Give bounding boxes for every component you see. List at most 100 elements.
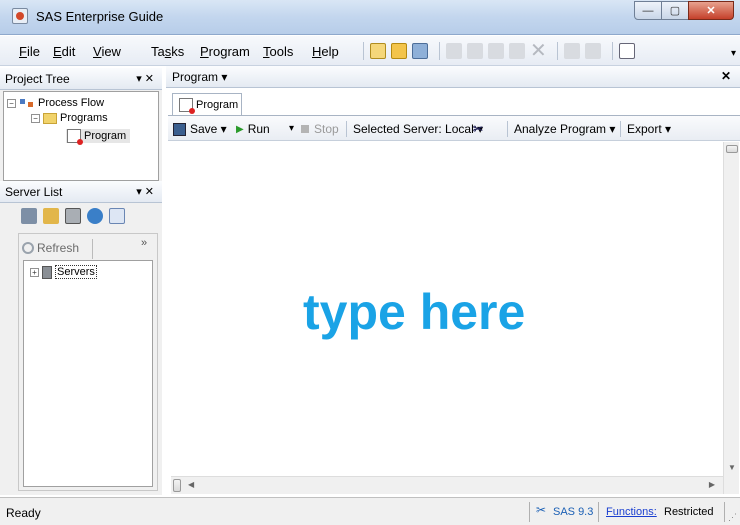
server-connection-icon: ✂ [536, 503, 547, 517]
document-title[interactable]: Program ▾ [172, 70, 227, 84]
main-toolbar: ✕ [357, 41, 640, 61]
toolbar-separator [507, 121, 508, 137]
disconnect-icon[interactable] [21, 208, 37, 224]
cut-icon[interactable] [467, 43, 483, 59]
analyze-program-dropdown[interactable]: Analyze Program ▾ [514, 122, 615, 136]
server-list-controls[interactable]: ▾ ✕ [136, 185, 154, 198]
minimize-button[interactable]: — [634, 1, 662, 20]
tree-node-servers[interactable]: + Servers [30, 265, 97, 279]
window-title: SAS Enterprise Guide [36, 9, 164, 24]
toolbar-separator [439, 42, 440, 60]
scroll-thumb[interactable] [726, 145, 738, 153]
collapse-icon[interactable]: − [7, 98, 16, 108]
scroll-thumb[interactable] [173, 479, 181, 492]
server-icon[interactable] [65, 208, 81, 224]
program-toolbar: Save ▾ ▶ Run ▾ Stop Selected Server: Loc… [168, 115, 740, 141]
document-header: Program ▾ ✕ [166, 66, 740, 88]
server-toolbar [21, 208, 131, 224]
server-list-header: Server List ▾ ✕ [0, 181, 162, 203]
menu-edit[interactable]: Edit [53, 44, 75, 59]
globe-icon[interactable] [87, 208, 103, 224]
scroll-left-icon[interactable]: ◀ [188, 480, 194, 489]
status-separator [598, 502, 599, 522]
delete-icon[interactable]: ✕ [530, 41, 547, 61]
process-flow-icon [19, 97, 35, 109]
divider [92, 239, 93, 259]
open-icon[interactable] [391, 43, 407, 59]
add-data-icon[interactable] [412, 43, 428, 59]
disconnect-server-icon[interactable]: ✂ [473, 122, 483, 136]
project-tree-pane: − Process Flow − Programs Program [0, 90, 162, 184]
print-icon[interactable] [446, 43, 462, 59]
toolbar-separator [620, 121, 621, 137]
functions-link[interactable]: Functions: [606, 506, 657, 518]
toolbar-separator [612, 42, 613, 60]
undo-icon[interactable] [564, 43, 580, 59]
paste-icon[interactable] [509, 43, 525, 59]
save-button[interactable]: Save ▾ [173, 122, 227, 136]
run-icon: ▶ [236, 123, 244, 135]
window-controls: — ▢ ✕ [634, 1, 734, 20]
menu-file[interactable]: File [19, 44, 40, 59]
tab-program[interactable]: Program [172, 93, 242, 115]
status-text: Ready [6, 506, 41, 520]
stop-icon [301, 125, 309, 133]
save-icon [173, 122, 186, 136]
tree-node-programs[interactable]: − Programs [31, 112, 108, 124]
resize-grip-icon[interactable]: ⋰ [728, 512, 737, 523]
library-icon[interactable] [43, 208, 59, 224]
toolbar-separator [346, 121, 347, 137]
expand-icon[interactable]: + [30, 267, 39, 277]
copy-icon[interactable] [488, 43, 504, 59]
vertical-scrollbar[interactable]: ▼ [723, 142, 739, 494]
sas-version: SAS 9.3 [553, 506, 594, 518]
server-list-title: Server List [5, 185, 63, 199]
scroll-down-icon[interactable]: ▼ [728, 463, 736, 472]
menu-bar: File Edit View Tasks Program Tools Help … [0, 36, 740, 66]
type-here-overlay: type here [303, 284, 526, 340]
refresh-button[interactable]: Refresh [22, 238, 92, 258]
window-icon[interactable] [619, 43, 635, 59]
stop-button[interactable]: Stop [301, 122, 339, 136]
refresh-icon [22, 242, 34, 254]
selected-server-dropdown[interactable]: Selected Server: Local ▾ [353, 122, 483, 136]
tree-node-process-flow[interactable]: − Process Flow [7, 97, 104, 109]
functions-value: Restricted [664, 506, 714, 518]
project-tree-controls[interactable]: ▾ ✕ [136, 72, 154, 85]
collapse-icon[interactable]: − [31, 113, 40, 123]
status-separator [529, 502, 530, 522]
export-dropdown[interactable]: Export ▾ [627, 122, 671, 136]
redo-icon[interactable] [585, 43, 601, 59]
close-button[interactable]: ✕ [688, 1, 734, 20]
server-icon [42, 265, 52, 279]
program-icon [67, 129, 83, 145]
menu-tools[interactable]: Tools [263, 44, 293, 59]
tree-node-program[interactable]: Program [66, 129, 131, 145]
program-icon [179, 97, 195, 114]
run-dropdown-icon[interactable]: ▾ [289, 123, 294, 134]
folder-icon [43, 112, 57, 124]
toolbar-separator [363, 42, 364, 60]
toolbar-overflow-icon[interactable]: ▾ [731, 48, 736, 59]
project-tree: − Process Flow − Programs Program [3, 91, 159, 181]
new-icon[interactable] [370, 43, 386, 59]
toolbar-separator [557, 42, 558, 60]
run-button[interactable]: ▶ Run [236, 122, 270, 136]
menu-view[interactable]: View [93, 44, 121, 59]
status-separator [724, 502, 725, 522]
project-tree-header: Project Tree ▾ ✕ [0, 68, 162, 90]
server-tree: + Servers [23, 260, 153, 487]
overflow-icon[interactable]: » [141, 237, 147, 249]
book-icon[interactable] [109, 208, 125, 224]
project-tree-title: Project Tree [5, 72, 70, 86]
close-document-icon[interactable]: ✕ [721, 69, 731, 83]
menu-program[interactable]: Program [200, 44, 250, 59]
menu-help[interactable]: Help [312, 44, 339, 59]
title-bar: SAS Enterprise Guide — ▢ ✕ [0, 0, 740, 35]
horizontal-scrollbar[interactable]: ◀ ▶ [171, 476, 723, 494]
status-bar: Ready ✂ SAS 9.3 Functions: Restricted ⋰ [0, 497, 740, 525]
sas-app-icon [12, 8, 28, 24]
scroll-right-icon[interactable]: ▶ [709, 480, 715, 489]
menu-tasks[interactable]: Tasks [151, 44, 184, 59]
maximize-button[interactable]: ▢ [661, 1, 689, 20]
